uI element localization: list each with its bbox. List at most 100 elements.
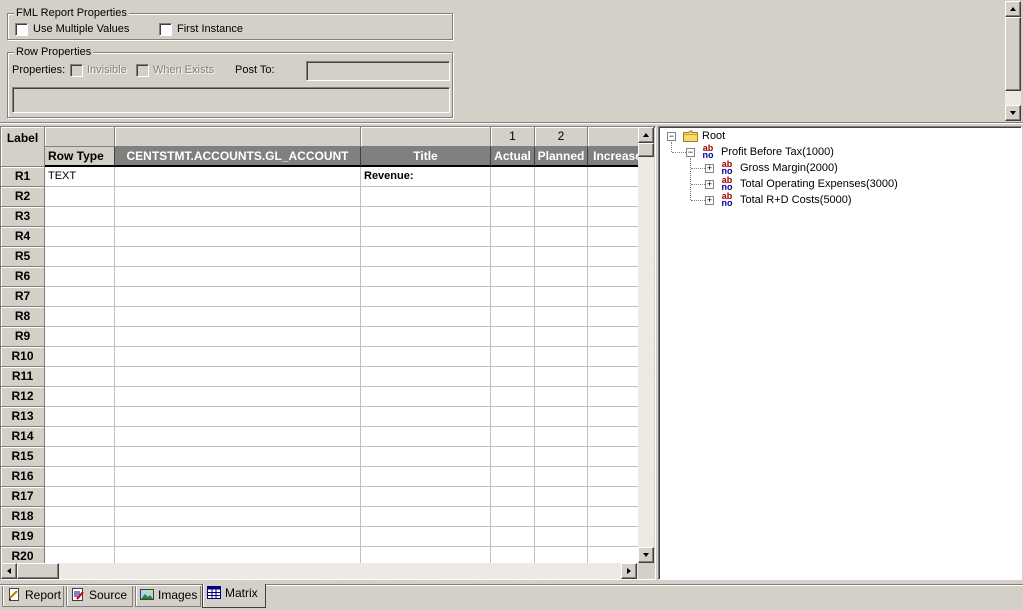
grid-cell[interactable] <box>361 187 491 207</box>
grid-scroll-up-button[interactable] <box>638 127 654 143</box>
grid-cell[interactable] <box>535 187 588 207</box>
grid-cell[interactable] <box>491 367 535 387</box>
grid-cell[interactable] <box>45 487 115 507</box>
grid-scroll-down-button[interactable] <box>638 547 654 563</box>
grid-cell[interactable] <box>361 207 491 227</box>
grid-cell[interactable] <box>361 427 491 447</box>
grid-cell[interactable] <box>588 347 638 367</box>
splitter[interactable] <box>0 122 1023 124</box>
grid-scroll-right-button[interactable] <box>621 563 637 579</box>
invisible-checkbox[interactable] <box>70 64 83 77</box>
grid-cell[interactable] <box>45 467 115 487</box>
grid-cell[interactable] <box>535 227 588 247</box>
grid-cell[interactable] <box>588 547 638 564</box>
grid-cell[interactable] <box>45 187 115 207</box>
grid-cell[interactable] <box>491 387 535 407</box>
row-header[interactable]: R16 <box>1 467 45 487</box>
grid-cell[interactable] <box>45 427 115 447</box>
row-header[interactable]: R7 <box>1 287 45 307</box>
grid-cell[interactable] <box>115 247 361 267</box>
grid-cell[interactable] <box>588 327 638 347</box>
grid-horizontal-scrollbar[interactable] <box>1 563 638 579</box>
grid-cell[interactable]: Revenue: <box>361 167 491 187</box>
grid-cell[interactable] <box>361 327 491 347</box>
column-header[interactable]: Title <box>361 147 491 167</box>
grid-cell[interactable] <box>491 307 535 327</box>
grid-cell[interactable] <box>115 207 361 227</box>
grid-cell[interactable] <box>535 387 588 407</box>
row-properties-text-area[interactable] <box>12 87 450 113</box>
grid-cell[interactable] <box>491 167 535 187</box>
grid-cell[interactable] <box>115 227 361 247</box>
grid-cell[interactable] <box>491 187 535 207</box>
first-instance-checkbox[interactable] <box>159 23 172 36</box>
grid-cell[interactable] <box>361 447 491 467</box>
grid-scroll-left-button[interactable] <box>1 563 17 579</box>
grid-cell[interactable] <box>588 207 638 227</box>
grid-cell[interactable] <box>535 467 588 487</box>
grid-cell[interactable] <box>361 347 491 367</box>
grid-cell[interactable] <box>491 507 535 527</box>
row-header[interactable]: R1 <box>1 167 45 187</box>
grid-cell[interactable] <box>535 507 588 527</box>
grid-cell[interactable] <box>491 547 535 564</box>
grid-cell[interactable] <box>115 287 361 307</box>
grid-cell[interactable] <box>491 227 535 247</box>
grid-cell[interactable] <box>361 267 491 287</box>
grid-cell[interactable] <box>588 387 638 407</box>
grid-cell[interactable] <box>115 167 361 187</box>
grid-cell[interactable] <box>45 507 115 527</box>
grid-cell[interactable] <box>361 387 491 407</box>
row-header[interactable]: R6 <box>1 267 45 287</box>
row-header[interactable]: R10 <box>1 347 45 367</box>
grid-cell[interactable] <box>45 247 115 267</box>
grid-cell[interactable] <box>535 527 588 547</box>
column-header[interactable]: Row Type <box>45 147 115 167</box>
grid-cell[interactable] <box>588 367 638 387</box>
row-header[interactable]: R4 <box>1 227 45 247</box>
grid-cell[interactable] <box>588 187 638 207</box>
row-header[interactable]: R5 <box>1 247 45 267</box>
grid-cell[interactable] <box>115 367 361 387</box>
row-header[interactable]: R14 <box>1 427 45 447</box>
column-header[interactable]: Actual <box>491 147 535 167</box>
grid-cell[interactable] <box>361 407 491 427</box>
grid-cell[interactable] <box>588 247 638 267</box>
expand-operating-expenses-icon[interactable]: + <box>705 180 714 189</box>
post-to-field[interactable] <box>306 61 450 81</box>
grid-cell[interactable] <box>535 327 588 347</box>
top-scroll-thumb[interactable] <box>1005 17 1021 91</box>
grid-cell[interactable] <box>491 327 535 347</box>
tab-images[interactable]: Images <box>135 586 201 607</box>
grid-cell[interactable] <box>45 447 115 467</box>
grid-cell[interactable] <box>361 287 491 307</box>
grid-cell[interactable] <box>45 387 115 407</box>
grid-cell[interactable] <box>115 187 361 207</box>
grid-cell[interactable] <box>115 387 361 407</box>
grid-cell[interactable] <box>45 207 115 227</box>
grid-cell[interactable] <box>361 367 491 387</box>
grid-cell[interactable] <box>115 507 361 527</box>
column-number-header[interactable] <box>115 127 361 147</box>
grid-cell[interactable] <box>115 547 361 564</box>
grid-cell[interactable] <box>535 267 588 287</box>
row-header[interactable]: R8 <box>1 307 45 327</box>
grid-cell[interactable] <box>588 467 638 487</box>
tree-node-operating-expenses[interactable]: Total Operating Expenses(3000) <box>740 177 898 191</box>
column-number-header[interactable]: 1 <box>491 127 535 147</box>
tree-root-label[interactable]: Root <box>702 129 725 143</box>
grid-cell[interactable]: TEXT <box>45 167 115 187</box>
row-header[interactable]: R12 <box>1 387 45 407</box>
grid-cell[interactable] <box>588 267 638 287</box>
grid-cell[interactable] <box>588 407 638 427</box>
grid-cell[interactable] <box>491 467 535 487</box>
grid-vscroll-thumb[interactable] <box>638 143 654 157</box>
row-header[interactable]: R18 <box>1 507 45 527</box>
grid-cell[interactable] <box>361 487 491 507</box>
grid-cell[interactable] <box>361 467 491 487</box>
grid-cell[interactable] <box>535 207 588 227</box>
matrix-grid[interactable]: Label Row Type CENTSTMT.ACCOUNTS.GL_ACCOUN… <box>1 127 638 564</box>
grid-cell[interactable] <box>588 167 638 187</box>
grid-cell[interactable] <box>115 467 361 487</box>
grid-cell[interactable] <box>535 247 588 267</box>
